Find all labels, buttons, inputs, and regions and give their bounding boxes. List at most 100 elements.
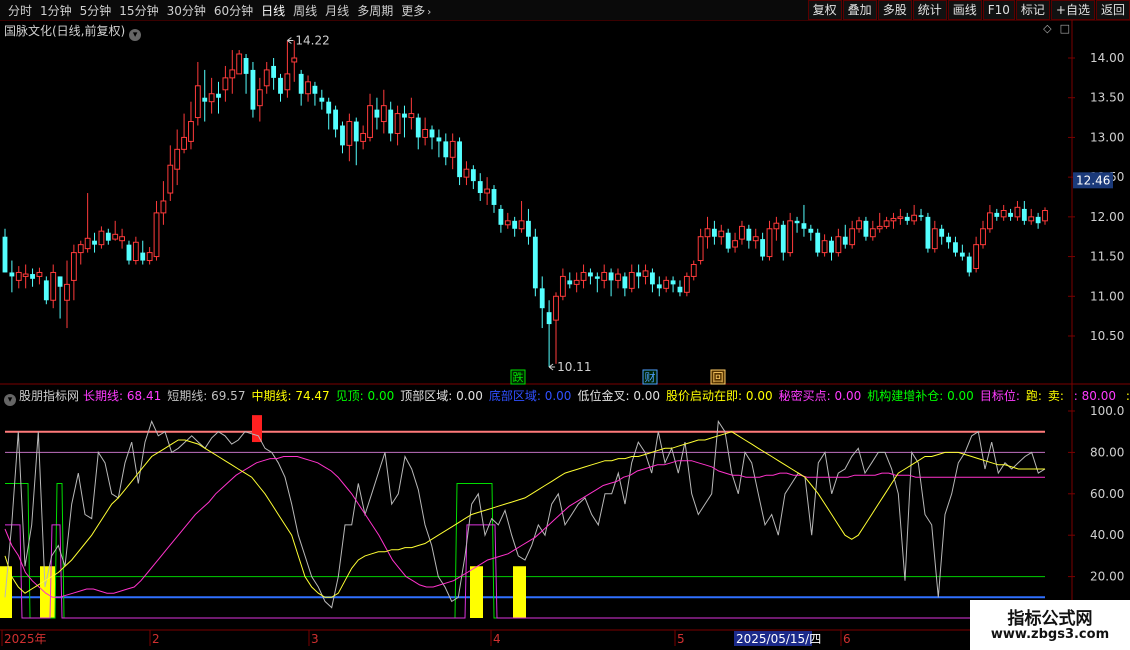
candle-body [918, 215, 924, 217]
candle-body [43, 280, 49, 301]
indicator-item-label: 机构建增补仓: [867, 389, 944, 403]
candle-body [994, 212, 1000, 217]
indicator-item-label: 目标位: [979, 389, 1020, 403]
indicator-item-6: 低位金叉: 0.00 [577, 389, 660, 403]
candle-body [105, 232, 111, 241]
candle-body [532, 236, 538, 289]
indicator-item-value: 0.00 [452, 389, 483, 403]
candle-body [973, 244, 980, 269]
current-price-label: 12.46 [1076, 173, 1110, 187]
candle-body [367, 105, 373, 138]
candle-body [443, 141, 449, 158]
candle-body [931, 228, 938, 250]
indicator-item-10: 目标位: [980, 389, 1020, 403]
candle-body [725, 232, 731, 249]
candle-body [305, 81, 311, 95]
indicator-item-value: 0.00 [943, 389, 974, 403]
candle-body [553, 295, 559, 321]
indicator-item-value: 0.00 [742, 389, 773, 403]
candle-body [842, 236, 848, 245]
indicator-item-label: 底部区域: [488, 389, 541, 403]
candle-body [229, 69, 236, 79]
indicator-item-label: 见顶: [335, 389, 364, 403]
ind-tick-label: 60.00 [1090, 487, 1124, 501]
candle-body [1035, 216, 1041, 224]
indicator-item-value: 0.00 [629, 389, 661, 403]
low-price-label: 10.11 [557, 360, 591, 374]
event-marker-label: 回 [713, 371, 724, 384]
candle-body [30, 274, 35, 279]
candle-body [801, 223, 807, 229]
indicator-item-label: 秘密买点: [778, 389, 831, 403]
candle-body [829, 240, 834, 253]
event-marker-label: 财 [645, 370, 656, 384]
candle-body [126, 244, 132, 261]
candle-body [57, 276, 63, 287]
candle-body [794, 220, 800, 224]
chevron-down-icon[interactable]: ▾ [4, 394, 16, 406]
candle-body [92, 240, 97, 245]
indicator-item-label: 顶部区域: [400, 389, 453, 403]
indicator-item-label: 低位金叉: [577, 389, 630, 403]
candle-body [897, 216, 904, 219]
high-price-label: 14.22 [295, 34, 329, 48]
candle-body [869, 228, 876, 238]
indicator-item-label: 跑: [1025, 389, 1042, 403]
indicator-item-value: 68.41 [123, 389, 162, 403]
candle-body [697, 236, 704, 262]
ind-tick-label: 80.00 [1090, 445, 1124, 459]
candle-body [216, 93, 221, 98]
x-tick-label: 2025年 [4, 632, 47, 646]
candle-body [636, 272, 642, 277]
candle-body [243, 58, 249, 74]
indicator-item-13: : 80.00 [1070, 389, 1116, 403]
candle-body [773, 222, 780, 230]
ind-tick-label: 100.0 [1090, 404, 1124, 418]
candle-body [939, 228, 945, 237]
candle-body [388, 109, 394, 134]
kline-chart[interactable]: 14.0013.5013.0012.5012.0011.5011.0010.50… [0, 0, 1130, 650]
candle-body [821, 240, 828, 254]
candle-body [946, 236, 951, 243]
candle-body [119, 236, 125, 242]
indicator-name[interactable]: 股朋指标网 [19, 389, 79, 403]
candle-body [380, 105, 387, 123]
indicator-item-8: 秘密买点: 0.00 [779, 389, 862, 403]
candle-body [222, 77, 229, 91]
indicator-item-label: 长期线: [83, 389, 124, 403]
candle-body [326, 101, 332, 114]
candle-body [36, 271, 43, 277]
candle-body [340, 125, 345, 146]
candle-body [567, 280, 573, 285]
candle-body [608, 272, 614, 281]
indicator-item-5: 底部区域: 0.00 [489, 389, 572, 403]
candle-body [588, 272, 593, 277]
candle-body [146, 252, 153, 262]
candle-body [815, 232, 821, 253]
price-tick-label: 11.50 [1090, 250, 1124, 264]
candle-body [498, 208, 504, 225]
candle-body [876, 225, 883, 230]
candle-body [601, 271, 608, 281]
candle-body [153, 212, 160, 258]
indicator-item-4: 顶部区域: 0.00 [400, 389, 483, 403]
candle-body [1028, 216, 1035, 222]
candle-body [77, 244, 84, 254]
candle-body [250, 69, 256, 110]
candle-body [415, 117, 421, 138]
candle-body [787, 220, 794, 254]
signal-bar [513, 566, 526, 618]
signal-bar [0, 566, 12, 618]
candle-body [580, 271, 587, 281]
watermark-title: 指标公式网 [1007, 609, 1093, 629]
candle-body [84, 237, 91, 250]
candle-body [457, 141, 462, 178]
candle-body [559, 275, 566, 297]
candle-body [429, 129, 435, 138]
candle-body [890, 217, 897, 222]
candle-body [925, 216, 931, 249]
candle-body [463, 168, 470, 178]
price-tick-label: 11.00 [1090, 289, 1124, 303]
candle-body [863, 220, 869, 237]
price-tick-label: 13.00 [1090, 130, 1124, 144]
